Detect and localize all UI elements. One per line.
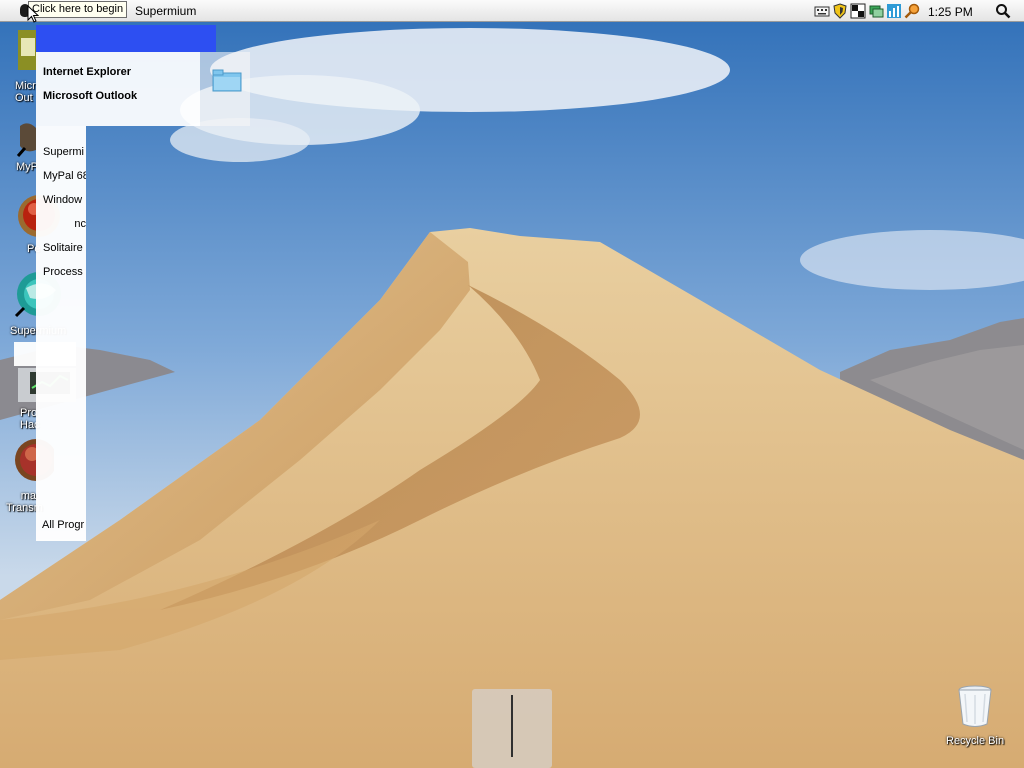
menu-item-internet-explorer[interactable]: Internet Explorer [43,66,131,78]
search-icon[interactable] [995,3,1011,22]
recycle-bin-shortcut[interactable] [955,684,995,733]
top-menu-bar: Click here to begin Supermium 1:25 PM [0,0,1024,22]
mypal-shortcut[interactable] [16,120,36,163]
outlook-icon [18,30,38,70]
mypal-icon [16,123,36,157]
menu-item-mypal[interactable]: MyPal 68 [43,170,86,182]
menu-item-solitaire[interactable]: Solitaire [43,242,86,254]
start-menu-header [36,25,216,52]
recent-programs: Supermi MyPal 68 Window nc Solitaire Pro… [36,126,86,541]
active-app-name[interactable]: Supermium [135,4,196,18]
pinned-programs: Internet Explorer Microsoft Outlook [36,52,200,126]
menu-item-process-hacker[interactable]: Process I [43,266,86,278]
keyboard-icon[interactable] [814,3,830,19]
dock-separator [511,695,513,757]
menu-item-supermium[interactable]: Supermi [43,146,86,158]
outlook-label: Micr Out [15,80,36,104]
clock[interactable]: 1:25 PM [928,5,973,19]
menu-item-windows[interactable]: Window [43,194,86,206]
chart-icon[interactable] [886,3,902,19]
recycle-bin-icon [958,685,992,727]
shield-icon[interactable] [832,3,848,19]
dock[interactable] [472,689,552,768]
magnifier-key-icon[interactable] [904,3,920,19]
mouse-cursor-icon [27,5,39,23]
menu-item-microsoft-outlook[interactable]: Microsoft Outlook [43,90,137,102]
outlook-shortcut[interactable] [18,30,38,73]
menu-item-partial[interactable]: nc [43,218,86,230]
start-menu-right-pane [200,52,250,126]
start-tooltip: Click here to begin [28,1,128,18]
system-tray [814,3,920,20]
network-icon[interactable] [868,3,884,19]
transmission-label: ma Transm [6,490,43,514]
recycle-bin-label: Recycle Bin [946,735,1005,747]
folder-icon[interactable] [212,68,242,92]
display-grid-icon[interactable] [850,3,866,19]
all-programs-button[interactable]: All Progr [42,519,86,531]
